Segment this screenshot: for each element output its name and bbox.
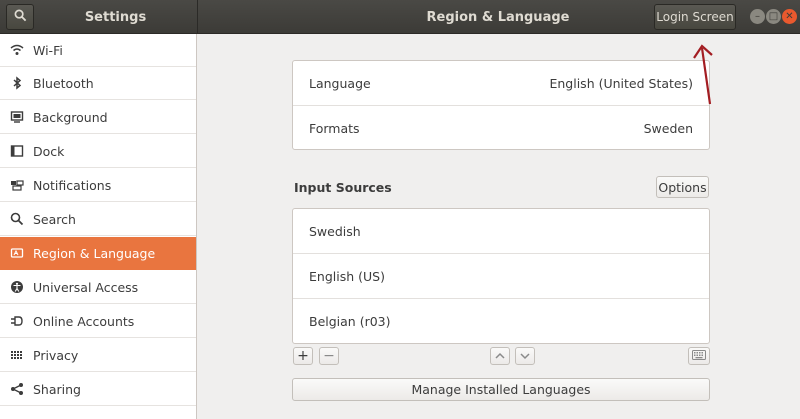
sidebar-item-universal-access[interactable]: Universal Access <box>0 271 196 304</box>
options-button[interactable]: Options <box>656 176 709 198</box>
chevron-up-icon <box>495 348 505 364</box>
sidebar-item-label: Wi-Fi <box>33 42 63 58</box>
remove-input-source-button[interactable]: − <box>319 347 339 365</box>
language-formats-card: Language English (United States) Formats… <box>292 60 710 150</box>
keyboard-layout-button[interactable] <box>688 347 710 365</box>
move-up-button[interactable] <box>490 347 510 365</box>
sidebar-item-label: Online Accounts <box>33 313 135 329</box>
sidebar-item-label: Region & Language <box>33 245 156 261</box>
maximize-icon: □ <box>768 10 779 22</box>
settings-title: Settings <box>84 9 147 25</box>
maximize-button[interactable]: □ <box>766 9 781 24</box>
formats-value: Sweden <box>643 120 693 136</box>
sharing-icon <box>10 382 24 396</box>
search-button[interactable] <box>6 4 34 30</box>
move-down-button[interactable] <box>515 347 535 365</box>
list-item[interactable]: Swedish <box>293 209 709 254</box>
add-input-source-button[interactable]: + <box>293 347 313 365</box>
sidebar-item-label: Dock <box>33 143 65 159</box>
dock-icon <box>10 144 24 158</box>
input-source-label: Swedish <box>309 223 361 239</box>
sidebar-item-label: Universal Access <box>33 279 139 295</box>
sidebar-item-label: Bluetooth <box>33 75 94 91</box>
sidebar-item-online-accounts[interactable]: Online Accounts <box>0 305 196 338</box>
sidebar-item-privacy[interactable]: Privacy <box>0 339 196 372</box>
sidebar-item-background[interactable]: Background <box>0 101 196 134</box>
chevron-down-icon <box>520 348 530 364</box>
sidebar-item-region-language[interactable]: Region & Language <box>0 237 196 270</box>
keyboard-icon <box>692 348 706 364</box>
online-accounts-icon <box>10 314 24 328</box>
minimize-icon: – <box>755 10 760 22</box>
sidebar-item-label: Sharing <box>33 381 81 397</box>
search-icon <box>14 9 27 25</box>
sidebar-item-sharing[interactable]: Sharing <box>0 373 196 406</box>
language-value: English (United States) <box>549 75 693 91</box>
notifications-icon <box>10 178 24 192</box>
minus-icon: − <box>323 348 335 364</box>
sidebar-item-search[interactable]: Search <box>0 203 196 236</box>
language-label: Language <box>309 75 371 91</box>
manage-installed-languages-button[interactable]: Manage Installed Languages <box>292 378 710 401</box>
formats-label: Formats <box>309 120 360 136</box>
list-item[interactable]: English (US) <box>293 254 709 299</box>
input-sources-list: Swedish English (US) Belgian (r03) <box>292 208 710 344</box>
sidebar-item-dock[interactable]: Dock <box>0 135 196 168</box>
wifi-icon <box>10 43 24 57</box>
formats-row[interactable]: Formats Sweden <box>293 106 709 150</box>
sidebar-item-bluetooth[interactable]: Bluetooth <box>0 67 196 100</box>
language-row[interactable]: Language English (United States) <box>293 61 709 106</box>
minimize-button[interactable]: – <box>750 9 765 24</box>
header-divider <box>197 0 198 34</box>
sidebar-item-label: Search <box>33 211 76 227</box>
privacy-icon <box>10 348 24 362</box>
search-icon <box>10 212 24 226</box>
input-sources-title: Input Sources <box>294 180 392 195</box>
sidebar-item-label: Notifications <box>33 177 112 193</box>
region-icon <box>10 246 24 260</box>
header-bar: Settings Region & Language Login Screen … <box>0 0 800 34</box>
input-source-label: English (US) <box>309 268 385 284</box>
close-button[interactable]: ✕ <box>782 9 797 24</box>
sidebar-item-label: Privacy <box>33 347 79 363</box>
background-icon <box>10 110 24 124</box>
annotation-arrow-icon <box>693 44 713 105</box>
close-icon: ✕ <box>785 10 794 22</box>
plus-icon: + <box>297 348 309 364</box>
list-item[interactable]: Belgian (r03) <box>293 299 709 344</box>
login-screen-button[interactable]: Login Screen <box>654 4 736 30</box>
sidebar-item-wifi[interactable]: Wi-Fi <box>0 34 196 67</box>
universal-access-icon <box>10 280 24 294</box>
sidebar-item-notifications[interactable]: Notifications <box>0 169 196 202</box>
sidebar: Wi-Fi Bluetooth Background Dock Notifica… <box>0 34 197 419</box>
bluetooth-icon <box>10 76 24 90</box>
sidebar-item-label: Background <box>33 109 108 125</box>
input-source-label: Belgian (r03) <box>309 314 391 329</box>
